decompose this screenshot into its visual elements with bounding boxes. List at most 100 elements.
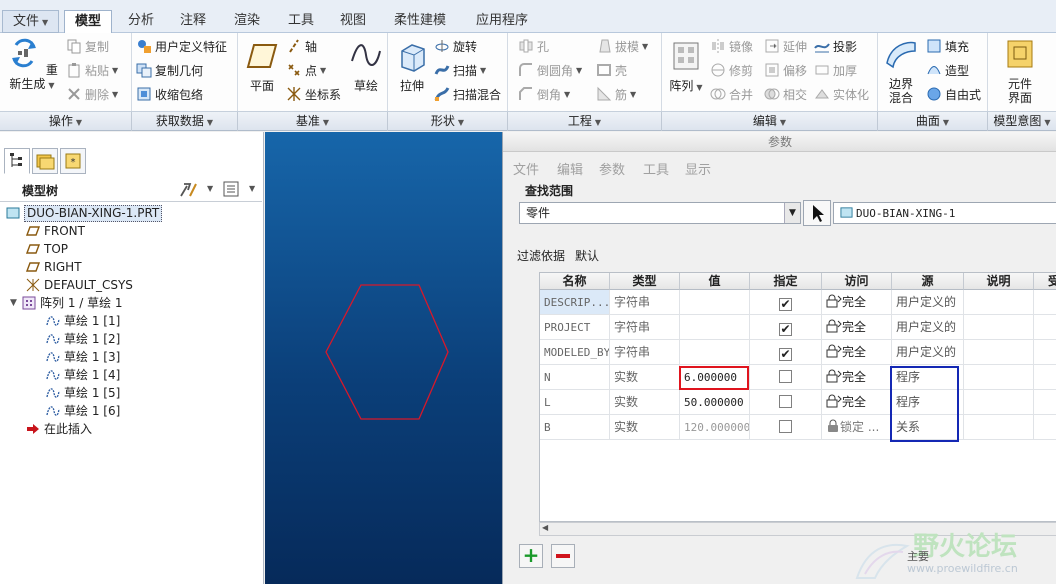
- menu-tools[interactable]: 工具: [643, 159, 669, 178]
- tree-insert-here[interactable]: 在此插入: [26, 420, 92, 438]
- point-button[interactable]: 点 ▼: [286, 59, 326, 81]
- param-description-cell[interactable]: [964, 290, 1034, 315]
- tab-file[interactable]: 文件 ▼: [2, 10, 60, 33]
- param-description-cell[interactable]: [964, 390, 1034, 415]
- csys-button[interactable]: 坐标系: [286, 83, 341, 105]
- copy-button[interactable]: 复制: [66, 35, 109, 57]
- param-value-cell[interactable]: 120.000000: [680, 415, 750, 440]
- group-label-model-intent[interactable]: 模型意图 ▼: [988, 112, 1056, 131]
- tab-model-tree[interactable]: [4, 148, 30, 174]
- user-defined-feature-button[interactable]: 用户定义特征: [136, 35, 227, 57]
- filter-value[interactable]: 默认: [575, 247, 599, 264]
- menu-file[interactable]: 文件: [513, 159, 539, 178]
- group-label-editing[interactable]: 编辑 ▼: [662, 112, 878, 131]
- remove-parameter-button[interactable]: [551, 544, 575, 568]
- param-name-cell[interactable]: MODELED_BY: [540, 340, 610, 365]
- hole-button[interactable]: 孔: [518, 35, 549, 57]
- add-parameter-button[interactable]: +: [519, 544, 543, 568]
- tree-item-sketch-1[interactable]: 草绘 1 [1]: [46, 312, 120, 330]
- extrude-button[interactable]: 拉伸: [392, 39, 432, 93]
- style-button[interactable]: 造型: [926, 59, 969, 81]
- solidify-button[interactable]: 实体化: [814, 83, 869, 105]
- thicken-button[interactable]: 加厚: [814, 59, 857, 81]
- revolve-button[interactable]: 旋转: [434, 35, 477, 57]
- offset-button[interactable]: 偏移: [764, 59, 807, 81]
- scroll-left-arrow-icon[interactable]: ◀: [542, 523, 548, 532]
- scope-select[interactable]: 零件 ▼: [519, 202, 801, 224]
- graphics-viewport[interactable]: [265, 132, 502, 584]
- param-value-cell[interactable]: [680, 315, 750, 340]
- freestyle-button[interactable]: 自由式: [926, 83, 981, 105]
- param-value-cell[interactable]: 50.000000: [680, 390, 750, 415]
- group-label-get-data[interactable]: 获取数据 ▼: [132, 112, 238, 131]
- tab-folder-browser[interactable]: [32, 148, 58, 174]
- param-name-cell[interactable]: PROJECT: [540, 315, 610, 340]
- tree-item-top[interactable]: TOP: [26, 240, 68, 258]
- tree-root-part[interactable]: DUO-BIAN-XING-1.PRT: [6, 204, 163, 222]
- round-button[interactable]: 倒圆角 ▼: [518, 59, 582, 81]
- column-header-value[interactable]: 值: [680, 273, 750, 290]
- menu-parameters[interactable]: 参数: [599, 159, 625, 178]
- sketch-button[interactable]: 草绘: [346, 39, 386, 93]
- tree-settings-dropdown[interactable]: ▼: [207, 184, 213, 193]
- trim-button[interactable]: 修剪: [710, 59, 753, 81]
- column-header-restricted[interactable]: 受: [1034, 273, 1056, 290]
- tab-render[interactable]: 渲染: [224, 10, 270, 33]
- axis-button[interactable]: 轴: [286, 35, 317, 57]
- extend-button[interactable]: 延伸: [764, 35, 807, 57]
- tab-analysis[interactable]: 分析: [118, 10, 164, 33]
- shell-button[interactable]: 壳: [596, 59, 627, 81]
- rib-button[interactable]: 筋 ▼: [596, 83, 636, 105]
- tree-item-front[interactable]: FRONT: [26, 222, 85, 240]
- param-value-cell[interactable]: [680, 340, 750, 365]
- paste-button[interactable]: 粘贴 ▼: [66, 59, 118, 81]
- tree-item-sketch-6[interactable]: 草绘 1 [6]: [46, 402, 120, 420]
- tree-item-right[interactable]: RIGHT: [26, 258, 82, 276]
- hexagon-sketch[interactable]: [265, 132, 502, 584]
- group-label-engineering[interactable]: 工程 ▼: [508, 112, 662, 131]
- column-header-source[interactable]: 源: [892, 273, 964, 290]
- pattern-button[interactable]: 阵列 ▼: [666, 39, 706, 95]
- delete-button[interactable]: 删除 ▼: [66, 83, 118, 105]
- param-description-cell[interactable]: [964, 340, 1034, 365]
- project-button[interactable]: 投影: [814, 35, 857, 57]
- tab-favorites[interactable]: *: [60, 148, 86, 174]
- designated-checkbox[interactable]: [779, 420, 792, 433]
- column-header-access[interactable]: 访问: [822, 273, 892, 290]
- group-label-operations[interactable]: 操作 ▼: [0, 112, 132, 131]
- expand-arrow-icon[interactable]: ▼: [10, 294, 22, 312]
- tree-item-pattern[interactable]: ▼ 阵列 1 / 草绘 1: [10, 294, 123, 312]
- param-value-cell[interactable]: [680, 290, 750, 315]
- component-interface-button[interactable]: 元件 界面: [996, 37, 1044, 105]
- column-header-name[interactable]: 名称: [540, 273, 610, 290]
- plane-button[interactable]: 平面: [242, 39, 282, 93]
- tree-item-sketch-5[interactable]: 草绘 1 [5]: [46, 384, 120, 402]
- shrinkwrap-button[interactable]: 收缩包络: [136, 83, 203, 105]
- menu-edit[interactable]: 编辑: [557, 159, 583, 178]
- tree-settings-icon[interactable]: [178, 180, 200, 198]
- chamfer-button[interactable]: 倒角 ▼: [518, 83, 570, 105]
- group-label-surfaces[interactable]: 曲面 ▼: [878, 112, 988, 131]
- designated-checkbox[interactable]: ✔: [779, 298, 792, 311]
- tree-columns-icon[interactable]: [222, 180, 240, 198]
- tree-item-sketch-3[interactable]: 草绘 1 [3]: [46, 348, 120, 366]
- param-description-cell[interactable]: [964, 315, 1034, 340]
- tab-tools[interactable]: 工具: [278, 10, 324, 33]
- tree-columns-dropdown[interactable]: ▼: [249, 184, 255, 193]
- group-label-shapes[interactable]: 形状 ▼: [388, 112, 508, 131]
- draft-button[interactable]: 拔模 ▼: [596, 35, 648, 57]
- column-header-description[interactable]: 说明: [964, 273, 1034, 290]
- select-model-button[interactable]: [803, 200, 831, 226]
- param-name-cell[interactable]: DESCRIP...: [540, 290, 610, 315]
- tree-item-sketch-4[interactable]: 草绘 1 [4]: [46, 366, 120, 384]
- designated-checkbox[interactable]: ✔: [779, 323, 792, 336]
- intersect-button[interactable]: 相交: [764, 83, 807, 105]
- tree-item-csys[interactable]: DEFAULT_CSYS: [26, 276, 133, 294]
- boundary-blend-button[interactable]: 边界 混合: [880, 37, 922, 105]
- menu-display[interactable]: 显示: [685, 159, 711, 178]
- regenerate-button[interactable]: 重新生成 ▼: [4, 37, 60, 93]
- designated-checkbox[interactable]: [779, 395, 792, 408]
- tab-annotate[interactable]: 注释: [170, 10, 216, 33]
- copy-geometry-button[interactable]: 复制几何: [136, 59, 203, 81]
- column-header-designated[interactable]: 指定: [750, 273, 822, 290]
